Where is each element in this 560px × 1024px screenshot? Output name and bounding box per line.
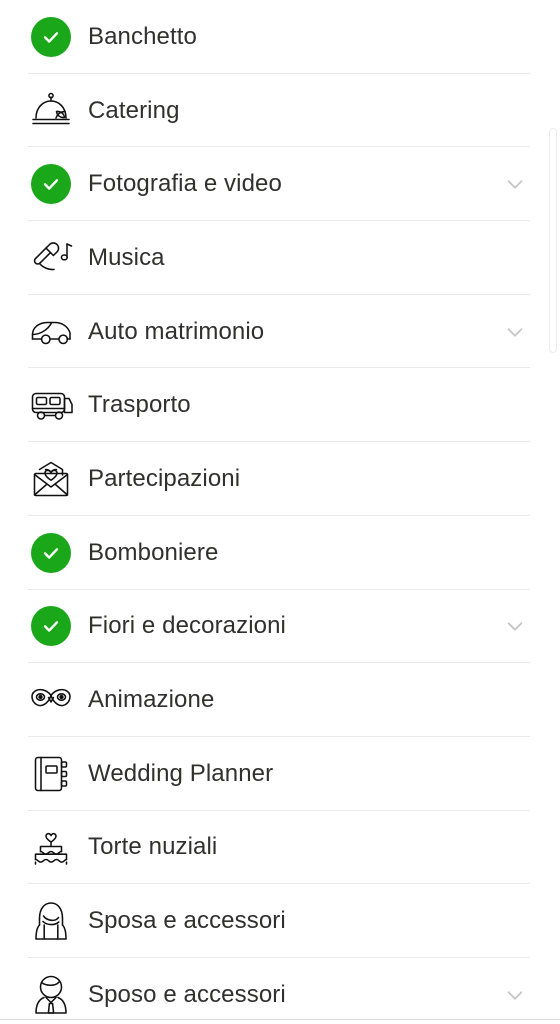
check-circle-icon [28, 161, 74, 207]
bus-icon [28, 382, 74, 428]
category-row[interactable]: Wedding Planner [0, 736, 560, 811]
category-label: Wedding Planner [88, 759, 274, 787]
check-circle-icon [28, 603, 74, 649]
check-circle-icon [28, 530, 74, 576]
envelope-heart-icon [28, 456, 74, 502]
check-circle-icon [31, 164, 71, 205]
category-label: Fiori e decorazioni [88, 612, 286, 640]
category-label: Trasporto [88, 391, 191, 419]
category-label: Musica [88, 243, 165, 271]
category-row[interactable]: Catering [0, 73, 560, 148]
carnival-mask-icon [28, 677, 74, 723]
notebook-icon [28, 751, 74, 797]
category-label: Sposa e accessori [88, 907, 286, 935]
category-list: Banchetto Catering Fotografia e video Music… [0, 0, 560, 1024]
category-row[interactable]: Musica [0, 221, 560, 295]
chevron-down-icon[interactable] [502, 982, 528, 1008]
category-label: Sposo e accessori [88, 980, 286, 1008]
check-circle-icon [31, 532, 71, 573]
category-label: Bomboniere [88, 538, 219, 566]
microphone-note-icon [28, 235, 74, 281]
car-icon [28, 309, 74, 355]
category-row[interactable]: Auto matrimonio [0, 294, 560, 369]
category-label: Auto matrimonio [88, 317, 265, 345]
category-row[interactable]: Banchetto [0, 0, 560, 74]
page-bottom-divider [0, 1019, 560, 1020]
category-row[interactable]: Sposa e accessori [0, 884, 560, 958]
chevron-down-icon[interactable] [502, 613, 528, 639]
category-label: Fotografia e video [88, 170, 282, 198]
category-row[interactable]: Fiori e decorazioni [0, 589, 560, 664]
category-label: Catering [88, 96, 180, 124]
category-row[interactable]: Sposo e accessori [0, 957, 560, 1024]
check-circle-icon [28, 14, 74, 60]
category-row[interactable]: Fotografia e video [0, 147, 560, 222]
category-label: Torte nuziali [88, 833, 218, 861]
bride-icon [28, 898, 74, 944]
chevron-down-icon[interactable] [502, 171, 528, 197]
wedding-categories-screen: Banchetto Catering Fotografia e video Music… [0, 0, 560, 1024]
groom-icon [28, 972, 74, 1018]
check-circle-icon [31, 606, 71, 647]
category-row[interactable]: Animazione [0, 663, 560, 737]
category-row[interactable]: Bomboniere [0, 515, 560, 590]
category-label: Banchetto [88, 22, 197, 50]
wedding-cake-icon [28, 824, 74, 870]
vertical-scrollbar-track[interactable] [546, 0, 560, 1024]
category-label: Partecipazioni [88, 464, 241, 492]
vertical-scrollbar-thumb[interactable] [549, 128, 557, 353]
cloche-icon [28, 88, 74, 134]
check-circle-icon [31, 16, 71, 57]
category-row[interactable]: Partecipazioni [0, 442, 560, 516]
category-row[interactable]: Trasporto [0, 368, 560, 443]
category-row[interactable]: Torte nuziali [0, 810, 560, 885]
chevron-down-icon[interactable] [502, 319, 528, 345]
category-label: Animazione [88, 686, 215, 714]
